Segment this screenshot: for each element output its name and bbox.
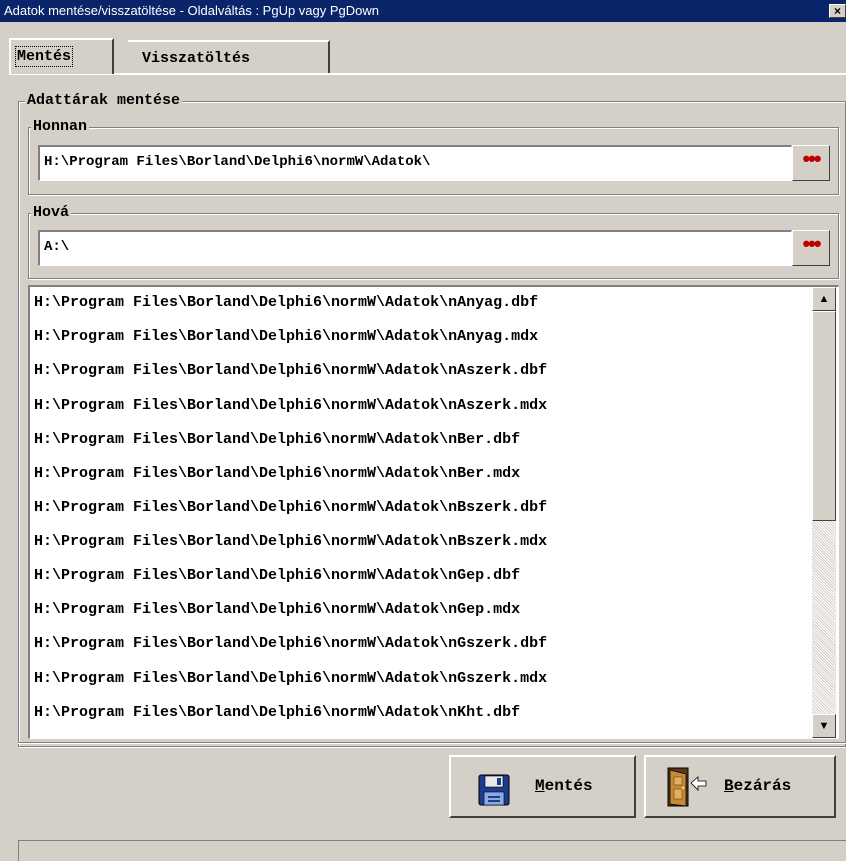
destination-path-field[interactable]: A:\	[38, 230, 792, 266]
list-item[interactable]: H:\Program Files\Borland\Delphi6\normW\A…	[34, 697, 520, 729]
title-bar[interactable]: Adatok mentése/visszatöltése - Oldalvált…	[0, 0, 846, 22]
list-item[interactable]: H:\Program Files\Borland\Delphi6\normW\A…	[34, 663, 547, 695]
list-item[interactable]: H:\Program Files\Borland\Delphi6\normW\A…	[34, 492, 547, 524]
exit-door-icon	[664, 765, 708, 814]
status-bar	[18, 840, 846, 861]
backup-dialog: Adatok mentése/visszatöltése - Oldalvált…	[0, 0, 846, 861]
scroll-thumb[interactable]	[812, 311, 836, 521]
list-item[interactable]: H:\Program Files\Borland\Delphi6\normW\A…	[34, 424, 520, 456]
scroll-up-button[interactable]: ▲	[812, 287, 836, 311]
file-list[interactable]: H:\Program Files\Borland\Delphi6\normW\A…	[28, 285, 839, 739]
close-dialog-button-label: Bezárás	[724, 777, 792, 795]
arrow-up-icon: ▲	[818, 293, 830, 305]
source-legend: Honnan	[31, 118, 90, 136]
list-item[interactable]: H:\Program Files\Borland\Delphi6\normW\A…	[34, 287, 538, 319]
list-item[interactable]: H:\Program Files\Borland\Delphi6\normW\A…	[34, 628, 547, 660]
file-list-scrollbar[interactable]: ▲ ▼	[812, 287, 836, 738]
tab-mentes-label: Mentés	[14, 46, 74, 67]
source-browse-button[interactable]: •••	[792, 145, 830, 181]
backup-group-legend: Adattárak mentése	[25, 92, 183, 110]
tab-mentes[interactable]: Mentés	[9, 38, 114, 74]
list-item[interactable]: H:\Program Files\Borland\Delphi6\normW\A…	[34, 458, 520, 490]
tab-visszatoltes[interactable]: Visszatöltés	[128, 40, 330, 74]
destination-browse-button[interactable]: •••	[792, 230, 830, 266]
save-button[interactable]: Mentés	[449, 755, 636, 818]
floppy-disk-icon	[477, 773, 513, 812]
arrow-down-icon: ▼	[818, 720, 830, 732]
close-dialog-button[interactable]: Bezárás	[644, 755, 836, 818]
tab-visszatoltes-label: Visszatöltés	[142, 50, 251, 67]
list-item[interactable]: H:\Program Files\Borland\Delphi6\normW\A…	[34, 390, 547, 422]
save-button-label: Mentés	[535, 777, 593, 795]
list-item[interactable]: H:\Program Files\Borland\Delphi6\normW\A…	[34, 560, 520, 592]
list-item[interactable]: H:\Program Files\Borland\Delphi6\normW\A…	[34, 594, 520, 626]
destination-legend: Hová	[31, 204, 72, 222]
scroll-track[interactable]	[812, 521, 836, 714]
list-item[interactable]: H:\Program Files\Borland\Delphi6\normW\A…	[34, 321, 538, 353]
scroll-down-button[interactable]: ▼	[812, 714, 836, 738]
list-item[interactable]: H:\Program Files\Borland\Delphi6\normW\A…	[34, 526, 547, 558]
window-title: Adatok mentése/visszatöltése - Oldalvált…	[4, 3, 380, 18]
source-path-field[interactable]: H:\Program Files\Borland\Delphi6\normW\A…	[38, 145, 792, 181]
close-window-button[interactable]: ×	[829, 4, 846, 18]
list-item[interactable]: H:\Program Files\Borland\Delphi6\normW\A…	[34, 355, 547, 387]
